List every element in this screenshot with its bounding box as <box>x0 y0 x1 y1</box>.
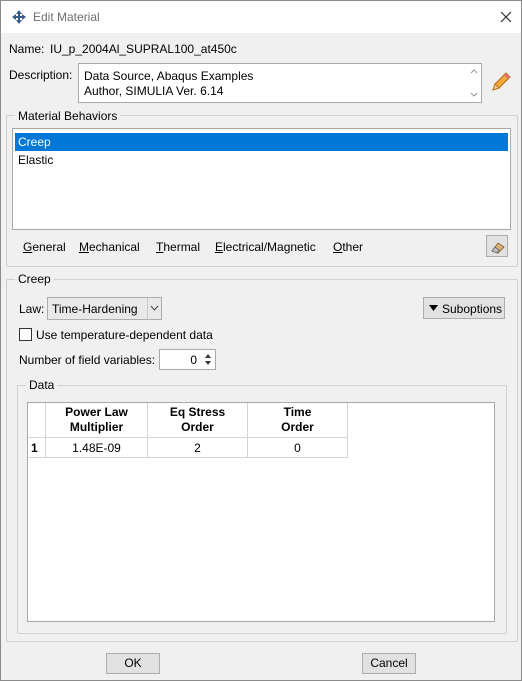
law-select[interactable]: Time-Hardening <box>47 297 162 320</box>
menu-mechanical[interactable]: Mechanical <box>79 240 140 254</box>
field-variables-value: 0 <box>190 353 197 367</box>
column-header-time-order[interactable]: Time Order <box>247 403 348 438</box>
menu-thermal[interactable]: Thermal <box>156 240 200 254</box>
title-bar: Edit Material <box>1 1 521 33</box>
data-table[interactable]: Power Law Multiplier Eq Stress Order Time O… <box>27 402 495 622</box>
description-label: Description: <box>9 68 73 82</box>
suboptions-label: Suboptions <box>442 302 503 316</box>
menu-other[interactable]: Other <box>333 240 363 254</box>
data-grid: Power Law Multiplier Eq Stress Order Time O… <box>28 403 348 458</box>
name-label: Name: <box>9 42 45 56</box>
spinner-arrows-icon[interactable] <box>202 351 214 368</box>
table-header-row: Power Law Multiplier Eq Stress Order Time O… <box>28 403 348 438</box>
list-item-elastic[interactable]: Elastic <box>15 151 508 169</box>
ok-button[interactable]: OK <box>106 653 160 674</box>
material-behaviors-title: Material Behaviors <box>15 109 121 123</box>
abaqus-app-icon <box>12 10 26 24</box>
row-index: 1 <box>28 437 46 458</box>
description-scrollbar[interactable] <box>469 67 479 99</box>
chevron-down-icon <box>147 298 161 319</box>
temp-dependent-label: Use temperature-dependent data <box>36 328 213 342</box>
description-line: Data Source, Abaqus Examples <box>84 69 254 83</box>
row-header-corner <box>28 403 46 438</box>
behaviors-list[interactable]: Creep Elastic <box>12 128 511 230</box>
column-header-eq-stress-order[interactable]: Eq Stress Order <box>147 403 248 438</box>
temp-dependent-checkbox[interactable] <box>19 328 32 341</box>
material-name: IU_p_2004Al_SUPRAL100_at450c <box>50 42 237 56</box>
data-title: Data <box>26 378 58 392</box>
list-item-creep[interactable]: Creep <box>15 133 508 151</box>
eraser-icon <box>491 242 505 254</box>
edit-material-dialog: Edit Material Name: IU_p_2004Al_SUPRAL10… <box>0 0 522 681</box>
law-value: Time-Hardening <box>52 302 138 316</box>
field-variables-label: Number of field variables: <box>19 353 156 367</box>
table-row: 1 1.48E-09 2 0 <box>28 437 348 458</box>
field-variables-spinner[interactable]: 0 <box>159 349 216 370</box>
suboptions-button[interactable]: Suboptions <box>423 297 505 319</box>
column-header-power-law-multiplier[interactable]: Power Law Multiplier <box>45 403 148 438</box>
cancel-button[interactable]: Cancel <box>362 653 416 674</box>
law-label: Law: <box>19 302 45 316</box>
window-title: Edit Material <box>33 10 100 24</box>
creep-title: Creep <box>15 272 54 286</box>
pencil-icon[interactable] <box>489 70 513 94</box>
delete-behavior-button[interactable] <box>486 235 508 257</box>
table-cell[interactable]: 1.48E-09 <box>45 437 148 458</box>
table-cell[interactable]: 2 <box>147 437 248 458</box>
dropdown-triangle-icon <box>429 305 438 311</box>
description-field[interactable]: Data Source, Abaqus Examples Author, SIM… <box>78 63 482 103</box>
description-line: Author, SIMULIA Ver. 6.14 <box>84 84 224 98</box>
menu-electrical-magnetic[interactable]: Electrical/Magnetic <box>215 240 316 254</box>
table-cell[interactable]: 0 <box>247 437 348 458</box>
close-icon[interactable] <box>497 8 515 26</box>
menu-general[interactable]: General <box>23 240 66 254</box>
